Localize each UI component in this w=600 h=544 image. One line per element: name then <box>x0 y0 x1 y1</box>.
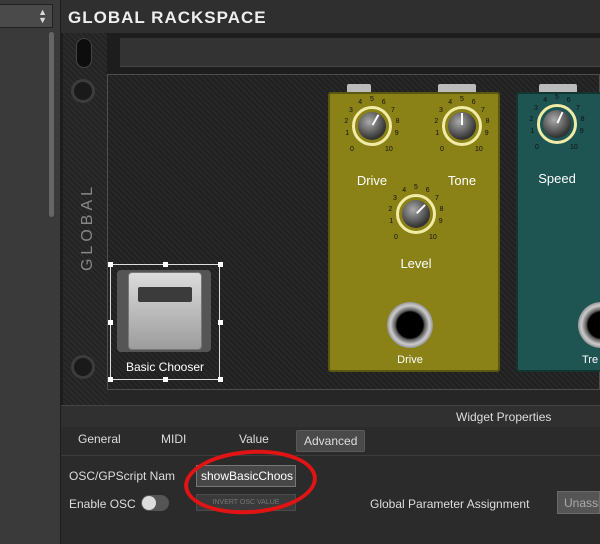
tab-value[interactable]: Value <box>239 432 269 446</box>
resize-handle[interactable] <box>108 320 113 325</box>
knob-scale-tick: 4 <box>358 98 363 106</box>
global-param-select[interactable]: Unassi <box>557 491 600 514</box>
knob-scale-tick: 1 <box>389 218 394 226</box>
knob-scale-tick: 6 <box>425 186 430 194</box>
resize-handle[interactable] <box>163 262 168 267</box>
properties-title: Widget Properties <box>456 410 552 424</box>
knob-scale-tick: 1 <box>435 130 440 138</box>
rack-side-label: GLOBAL <box>79 182 96 272</box>
knob-scale-tick: 7 <box>481 106 485 114</box>
knob-scale-tick: 4 <box>543 96 548 104</box>
speed-knob[interactable]: 0 10 123456789 <box>525 94 589 154</box>
knob-scale-tick: 5 <box>460 96 464 103</box>
resize-handle[interactable] <box>108 377 113 382</box>
tab-advanced[interactable]: Advanced <box>296 430 366 452</box>
knob-scale-tick: 6 <box>566 96 571 104</box>
enable-osc-label: Enable OSC <box>69 497 136 511</box>
knob-scale-tick: 2 <box>434 117 439 125</box>
up-down-arrows-icon: ▲ ▼ <box>38 7 47 25</box>
resize-handle[interactable] <box>218 377 223 382</box>
knob-scale-tick: 3 <box>348 106 353 114</box>
knob-scale-tick: 2 <box>529 115 534 123</box>
knob-scale-tick: 8 <box>580 115 585 123</box>
global-param-label: Global Parameter Assignment <box>370 497 530 511</box>
resize-handle[interactable] <box>218 262 223 267</box>
tab-midi[interactable]: MIDI <box>161 432 186 446</box>
drive-jack-label: Drive <box>397 354 423 366</box>
tone-knob[interactable]: 0 10 123456789 <box>430 96 494 156</box>
knob-scale-tick: 3 <box>533 104 538 112</box>
rack-slot-icon <box>76 38 92 68</box>
drive-knob[interactable]: 0 10 123456789 <box>340 96 404 156</box>
knob-scale-tick: 7 <box>576 104 580 112</box>
level-knob[interactable]: 0 10 123456789 <box>384 184 448 244</box>
resize-handle[interactable] <box>163 377 168 382</box>
knob-scale-tick: 7 <box>391 106 395 114</box>
rack-top-strip <box>120 38 600 67</box>
page-title: GLOBAL RACKSPACE <box>68 8 267 27</box>
osc-name-label: OSC/GPScript Nam <box>69 469 176 483</box>
knob-scale-tick: 3 <box>392 194 397 202</box>
left-scrollbar[interactable] <box>49 32 54 217</box>
knob-scale-tick: 6 <box>471 98 476 106</box>
screw-icon <box>71 79 95 103</box>
rackspace-selector[interactable]: ▲ ▼ <box>0 4 53 28</box>
knob-scale-tick: 7 <box>435 194 439 202</box>
tremolo-jack-label: Tre <box>582 354 599 366</box>
level-knob-label: Level <box>400 256 432 271</box>
knob-scale-tick: 5 <box>414 184 418 191</box>
speed-knob-label: Speed <box>538 171 576 186</box>
tab-general[interactable]: General <box>78 432 121 446</box>
knob-scale-tick: 5 <box>555 94 559 101</box>
knob-scale-tick: 4 <box>448 98 453 106</box>
drive-jack[interactable] <box>387 302 433 348</box>
knob-scale-tick: 3 <box>438 106 443 114</box>
knob-scale-tick: 8 <box>485 117 490 125</box>
knob-scale-tick: 9 <box>579 128 584 136</box>
screw-icon <box>71 355 95 379</box>
drive-knob-label: Drive <box>356 173 388 188</box>
tone-knob-label: Tone <box>447 173 477 188</box>
knob-scale-tick: 5 <box>370 96 374 103</box>
resize-handle[interactable] <box>108 262 113 267</box>
knob-scale-tick: 1 <box>345 130 350 138</box>
toggle-knob <box>142 496 156 510</box>
knob-scale-tick: 1 <box>530 128 535 136</box>
knob-scale-tick: 8 <box>395 117 400 125</box>
knob-scale-tick: 6 <box>381 98 386 106</box>
knob-scale-tick: 9 <box>438 218 443 226</box>
selection-box[interactable] <box>110 264 220 380</box>
knob-scale-tick: 9 <box>394 130 399 138</box>
resize-handle[interactable] <box>218 320 223 325</box>
knob-scale-tick: 8 <box>439 205 444 213</box>
rack-bottom-strip <box>107 390 600 405</box>
knob-scale-tick: 9 <box>484 130 489 138</box>
knob-scale-tick: 4 <box>402 186 407 194</box>
knob-scale-tick: 2 <box>388 205 393 213</box>
knob-scale-tick: 2 <box>344 117 349 125</box>
